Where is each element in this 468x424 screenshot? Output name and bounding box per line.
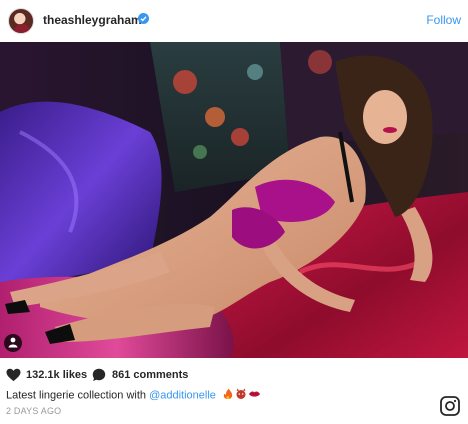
verified-badge-icon (138, 13, 149, 24)
comment-bubble-icon[interactable] (92, 368, 106, 382)
post-footer: 132.1k likes 861 comments Latest lingeri… (0, 358, 468, 424)
avatar[interactable] (8, 8, 34, 34)
post-timestamp: 2 DAYS AGO (6, 406, 62, 416)
instagram-embed-card: theashleygraham Follow 132.1k likes 861 … (0, 0, 468, 424)
instagram-logo-icon[interactable] (440, 396, 460, 416)
fire-emoji (223, 388, 233, 399)
caption-emojis (222, 388, 262, 403)
likes-count[interactable]: 132.1k likes (26, 369, 87, 381)
username-link[interactable]: theashleygraham (43, 13, 142, 27)
heart-icon[interactable] (6, 368, 21, 382)
post-header: theashleygraham Follow (0, 0, 468, 42)
post-photo[interactable] (0, 42, 468, 358)
caption-mention-link[interactable]: @additionelle (149, 389, 216, 401)
comments-count[interactable]: 861 comments (112, 369, 188, 381)
devil-emoji (236, 388, 246, 399)
user-tag-button[interactable] (4, 334, 22, 352)
photo-scene (0, 42, 468, 358)
caption-text: Latest lingerie collection with (6, 389, 150, 402)
user-tag-icon (8, 337, 18, 348)
lips-emoji (248, 391, 260, 397)
follow-button[interactable]: Follow (426, 13, 461, 27)
post-caption: Latest lingerie collection with @additio… (6, 388, 262, 403)
